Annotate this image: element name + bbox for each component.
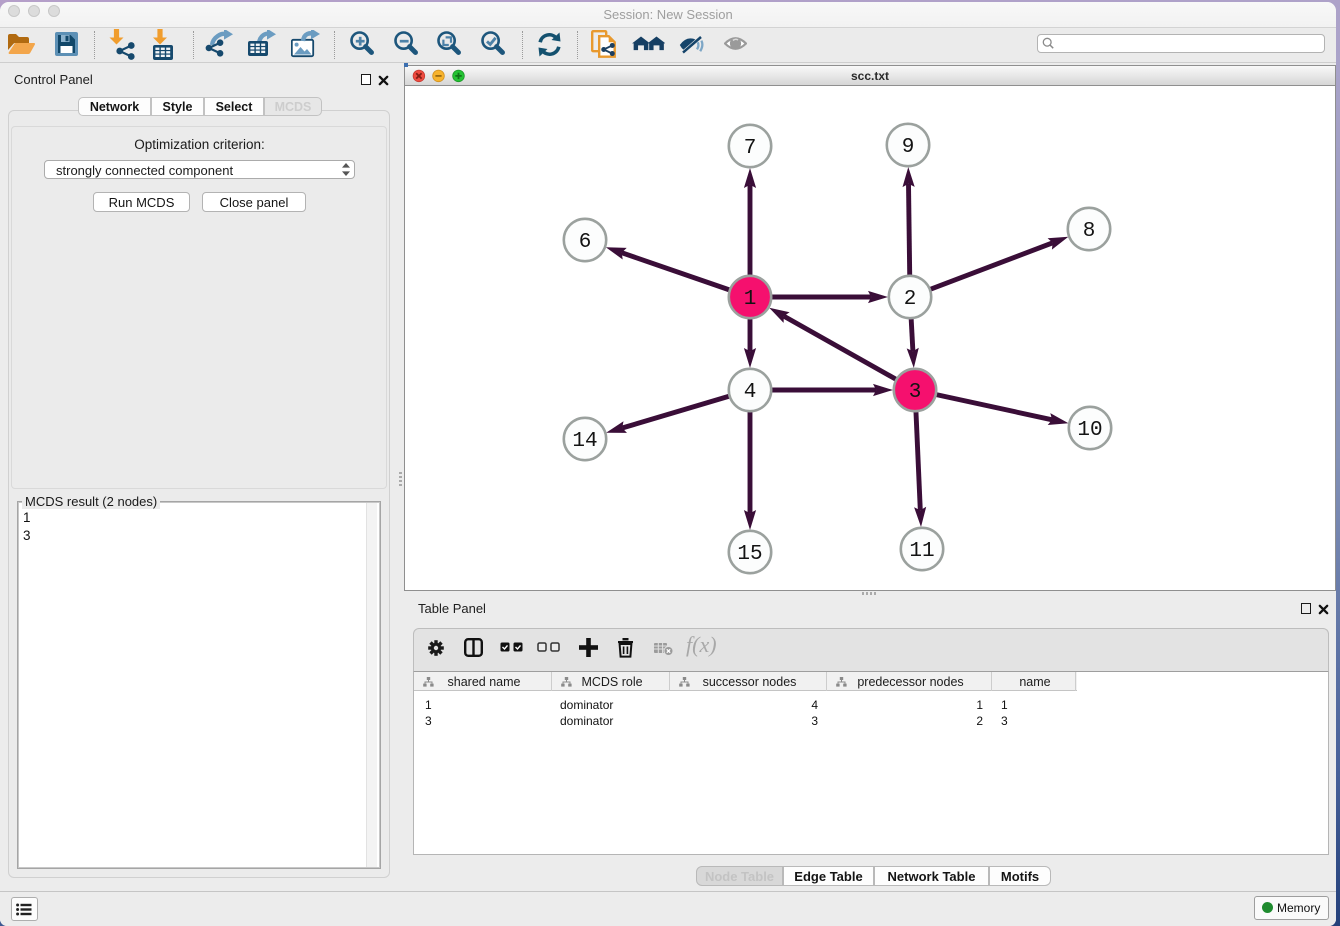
svg-text:4: 4 — [744, 381, 757, 404]
svg-text:8: 8 — [1083, 220, 1096, 243]
svg-text:9: 9 — [902, 136, 915, 159]
svg-text:3: 3 — [909, 381, 922, 404]
svg-text:1: 1 — [744, 288, 757, 311]
svg-text:10: 10 — [1077, 419, 1102, 442]
svg-text:6: 6 — [579, 231, 592, 254]
svg-text:11: 11 — [909, 540, 934, 563]
svg-text:15: 15 — [737, 543, 762, 566]
svg-text:2: 2 — [904, 288, 917, 311]
svg-text:7: 7 — [744, 137, 757, 160]
svg-text:14: 14 — [572, 430, 597, 453]
